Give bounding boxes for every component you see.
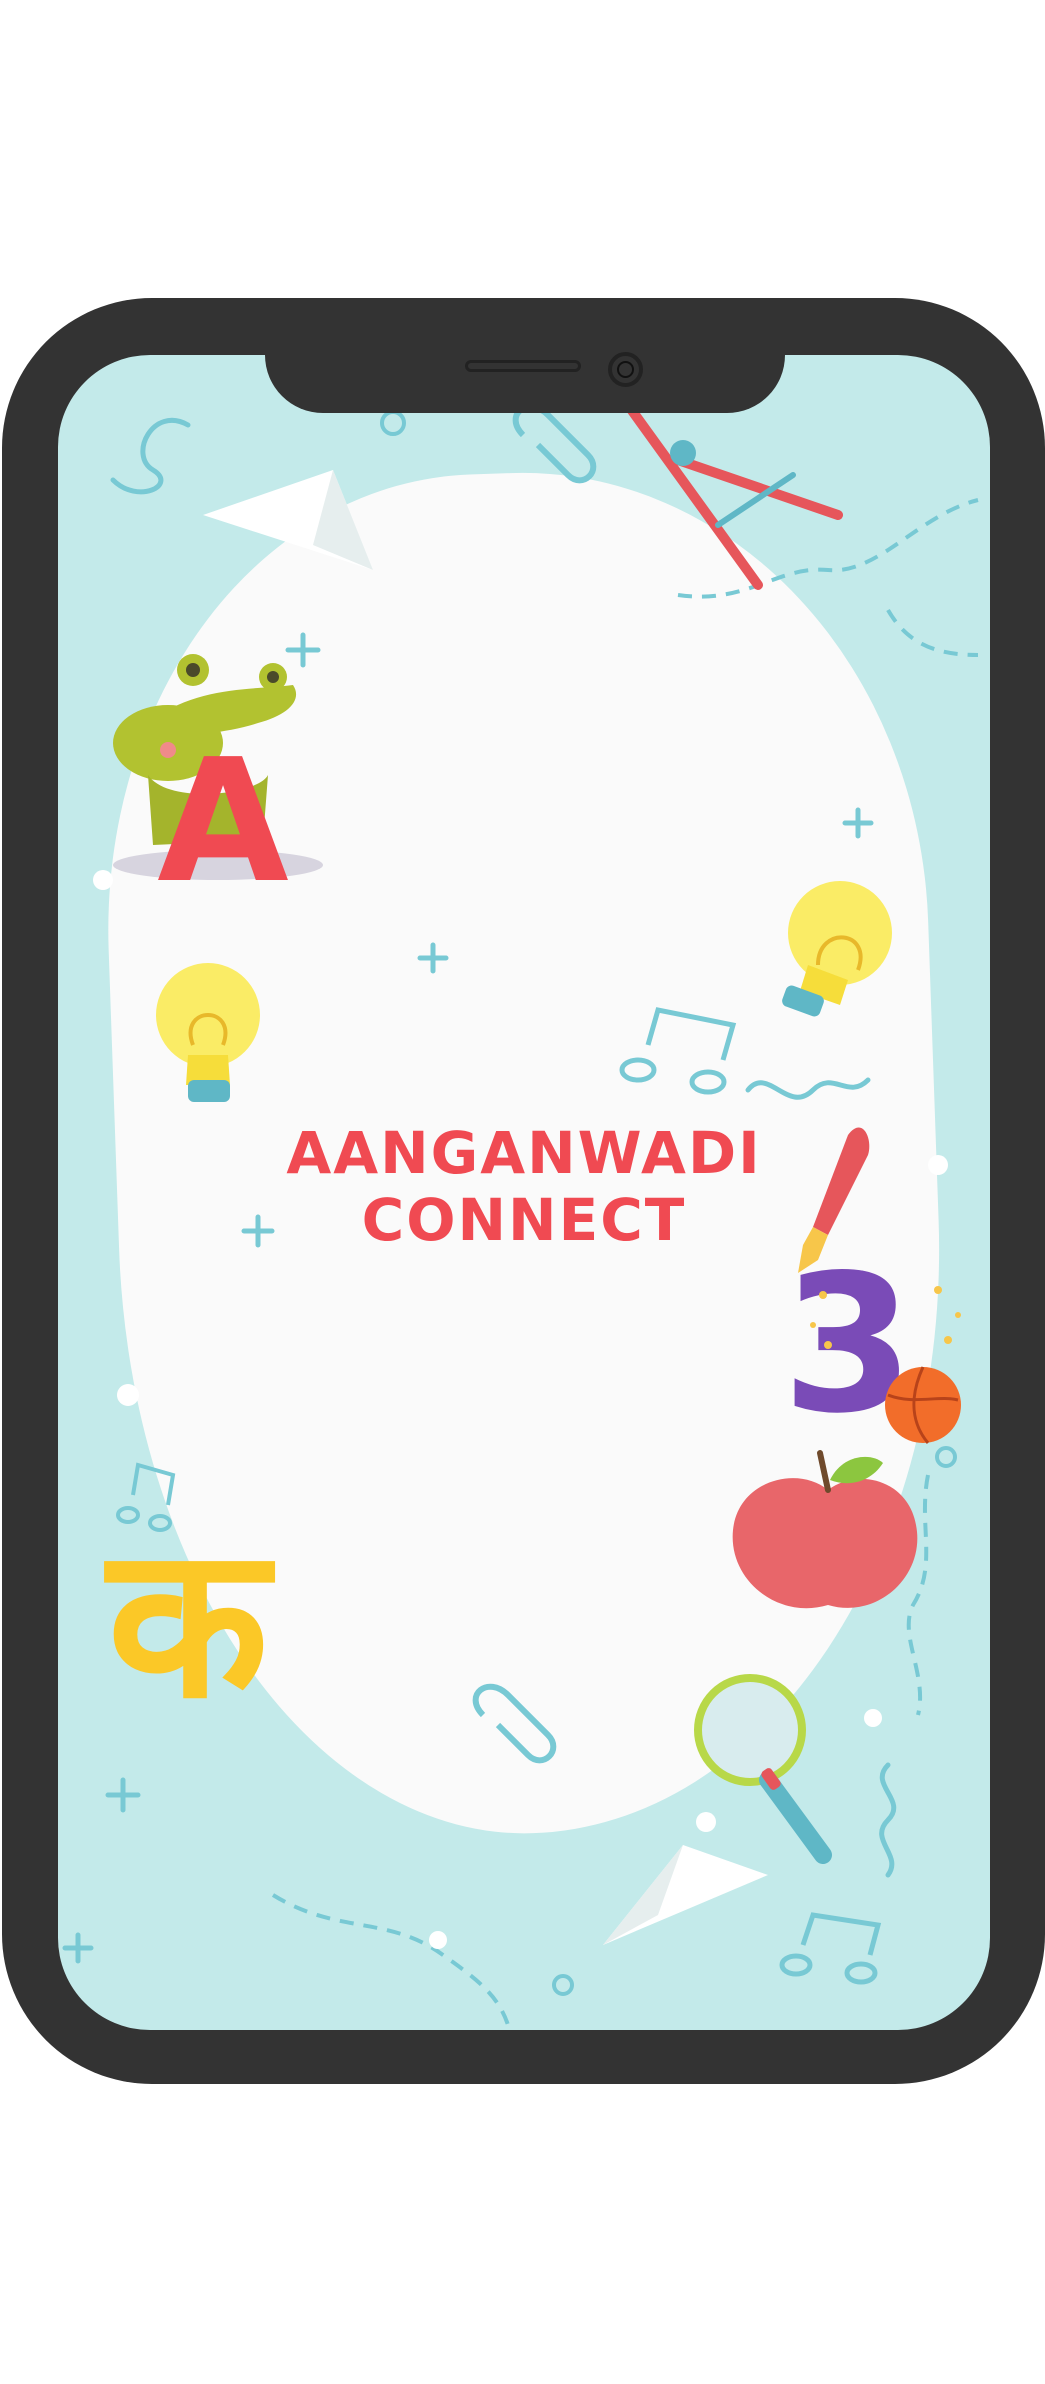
splash-screen: A 3 क AANGANWADI CONNECT [58,355,990,2030]
squiggle-icon [110,417,191,495]
squiggle-icon [745,1077,871,1100]
paperclip-icon [472,403,597,1764]
hindi-letter-icon: क [103,1500,275,1745]
compass-icon [623,400,843,590]
paper-plane-icon [603,1845,768,1945]
camera-icon [608,352,643,387]
squiggle-icon [879,1762,897,1878]
title-line-1: AANGANWADI [286,1119,762,1187]
magnifying-glass-icon [694,1674,832,1864]
basketball-icon [885,1366,961,1444]
paper-plane-icon [203,470,373,570]
music-note-icon [779,1912,882,1985]
letter-a-icon: A [157,723,289,921]
title-line-2: CONNECT [361,1185,687,1254]
app-title: AANGANWADI CONNECT [58,1120,990,1253]
music-note-icon [619,1007,737,1095]
lightbulb-icon [782,881,892,1017]
lightbulb-icon [156,963,260,1102]
apple-icon [732,1450,918,1609]
speaker-icon [465,360,581,372]
